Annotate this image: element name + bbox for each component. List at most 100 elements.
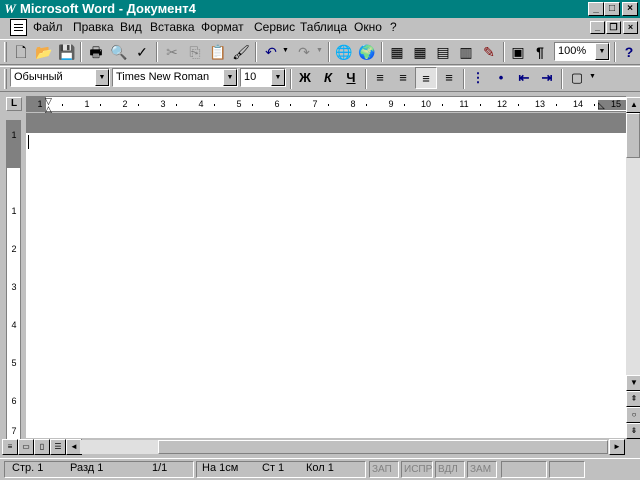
toolbar-separator [614, 42, 616, 62]
next-page-button[interactable]: ⇟ [626, 423, 640, 439]
ruler-tick [100, 104, 101, 106]
doc-close-button[interactable]: × [623, 21, 638, 34]
menu-edit[interactable]: Правка [71, 19, 116, 36]
new-document-icon[interactable]: 🗋 [10, 41, 32, 63]
status-extend-selection[interactable]: ВДЛ [435, 461, 465, 478]
doc-minimize-button[interactable]: _ [590, 21, 605, 34]
right-indent-marker-icon[interactable]: ◺ [598, 100, 605, 111]
align-center-icon[interactable]: ≡ [392, 67, 414, 89]
align-right-icon[interactable]: ≡ [415, 67, 437, 89]
insert-table-icon[interactable]: ▦ [409, 41, 431, 63]
tables-borders-icon[interactable]: ▦ [386, 41, 408, 63]
borders-icon[interactable]: ▢ [566, 67, 588, 89]
page-layout-view-button[interactable]: ▯ [34, 439, 50, 455]
numbering-icon[interactable]: ⋮ [467, 67, 489, 89]
increase-indent-icon[interactable]: ⇥ [536, 67, 558, 89]
menu-help[interactable]: ? [388, 19, 399, 36]
show-hide-pilcrow-icon[interactable]: ¶ [529, 41, 551, 63]
toolbar-separator [328, 42, 330, 62]
title-bar[interactable]: W Microsoft Word - Документ4 _ □ × [0, 0, 640, 18]
bold-button[interactable]: Ж [294, 67, 316, 89]
borders-dropdown-chevron-icon[interactable]: ▼ [589, 73, 596, 80]
menu-view[interactable]: Вид [118, 19, 144, 36]
scroll-down-button[interactable]: ▼ [626, 375, 640, 391]
status-track-changes[interactable]: ИСПР [401, 461, 433, 478]
outline-view-button[interactable]: ☰ [50, 439, 66, 455]
undo-icon[interactable]: ↶ [260, 41, 282, 63]
office-assistant-help-icon[interactable]: ? [618, 41, 640, 63]
zoom-value: 100% [558, 45, 587, 57]
save-icon[interactable]: 💾 [56, 41, 78, 63]
maximize-button[interactable]: □ [604, 2, 620, 16]
bullets-icon[interactable]: • [490, 67, 512, 89]
chevron-down-icon[interactable]: ▼ [223, 69, 237, 86]
print-icon[interactable]: 🖶 [85, 41, 107, 63]
menu-tools[interactable]: Сервис [252, 19, 297, 36]
align-left-icon[interactable]: ≡ [369, 67, 391, 89]
tab-selector-button[interactable]: L [6, 97, 22, 111]
document-map-icon[interactable]: ▣ [507, 41, 529, 63]
chevron-down-icon[interactable]: ▼ [95, 69, 109, 86]
scroll-right-button[interactable]: ► [609, 439, 625, 455]
redo-icon[interactable]: ↷ [293, 41, 315, 63]
spelling-icon[interactable]: ✓ [131, 41, 153, 63]
document-icon[interactable] [10, 19, 27, 36]
underline-button[interactable]: Ч [340, 67, 362, 89]
vertical-scroll-thumb[interactable] [626, 113, 640, 158]
status-overtype[interactable]: ЗАМ [467, 461, 497, 478]
format-painter-icon[interactable]: 🖌 [230, 41, 252, 63]
justify-icon[interactable]: ≡ [438, 67, 460, 89]
close-button[interactable]: × [622, 2, 638, 16]
chevron-down-icon[interactable]: ▼ [595, 43, 609, 60]
cut-icon[interactable]: ✂ [161, 41, 183, 63]
normal-view-button[interactable]: ≡ [2, 439, 18, 455]
previous-page-button[interactable]: ⇞ [626, 391, 640, 407]
vertical-ruler[interactable]: 1 1 2 3 4 5 6 7 [6, 120, 21, 440]
doc-restore-button[interactable]: ❐ [606, 21, 621, 34]
toolbar-separator [80, 42, 82, 62]
select-browse-object-button[interactable]: ○ [626, 407, 640, 423]
horizontal-ruler[interactable]: ▽ △ ◺ 1 1 2 3 4 5 6 7 8 9 10 11 12 13 14… [26, 96, 626, 114]
web-layout-view-button[interactable]: ▭ [18, 439, 34, 455]
open-folder-icon[interactable]: 📂 [33, 41, 55, 63]
toolbar-grip[interactable] [4, 69, 7, 89]
style-combo[interactable]: Обычный ▼ [10, 68, 110, 87]
copy-icon[interactable]: ⎘ [184, 41, 206, 63]
undo-dropdown-chevron-icon[interactable]: ▼ [282, 47, 289, 54]
insert-excel-icon[interactable]: ▤ [432, 41, 454, 63]
font-combo[interactable]: Times New Roman ▼ [112, 68, 238, 87]
menu-insert[interactable]: Вставка [148, 19, 197, 36]
menu-file[interactable]: Файл [31, 19, 65, 36]
ruler-number: 1 [11, 206, 17, 216]
zoom-combo[interactable]: 100% ▼ [554, 42, 610, 61]
window-title: Microsoft Word - Документ4 [20, 1, 196, 16]
horizontal-scroll-thumb[interactable] [158, 440, 608, 454]
toolbar-grip[interactable] [4, 42, 7, 62]
menu-table[interactable]: Таблица [298, 19, 349, 36]
minimize-button[interactable]: _ [588, 2, 604, 16]
columns-icon[interactable]: ▥ [455, 41, 477, 63]
ruler-tick [404, 104, 405, 106]
word-app-icon[interactable]: W [2, 1, 18, 17]
status-spelling [549, 461, 585, 478]
toolbar-separator [290, 69, 292, 89]
scroll-up-button[interactable]: ▲ [626, 97, 640, 113]
font-size-combo[interactable]: 10 ▼ [240, 68, 286, 87]
chevron-down-icon[interactable]: ▼ [271, 69, 285, 86]
print-preview-icon[interactable]: 🔍 [108, 41, 130, 63]
paste-icon[interactable]: 📋 [207, 41, 229, 63]
status-macro-record[interactable]: ЗАП [369, 461, 399, 478]
ruler-tick [62, 104, 63, 106]
drawing-icon[interactable]: ✎ [478, 41, 500, 63]
redo-dropdown-chevron-icon[interactable]: ▼ [316, 47, 323, 54]
italic-button[interactable]: К [317, 67, 339, 89]
vertical-ruler-margin [7, 120, 20, 168]
ruler-number: 11 [459, 99, 469, 109]
menu-format[interactable]: Формат [199, 19, 246, 36]
web-toolbar-icon[interactable]: 🌍 [356, 41, 378, 63]
document-editing-area[interactable] [26, 133, 626, 438]
ruler-tick [480, 104, 481, 106]
decrease-indent-icon[interactable]: ⇤ [513, 67, 535, 89]
menu-window[interactable]: Окно [352, 19, 384, 36]
insert-hyperlink-icon[interactable]: 🌐 [333, 41, 355, 63]
